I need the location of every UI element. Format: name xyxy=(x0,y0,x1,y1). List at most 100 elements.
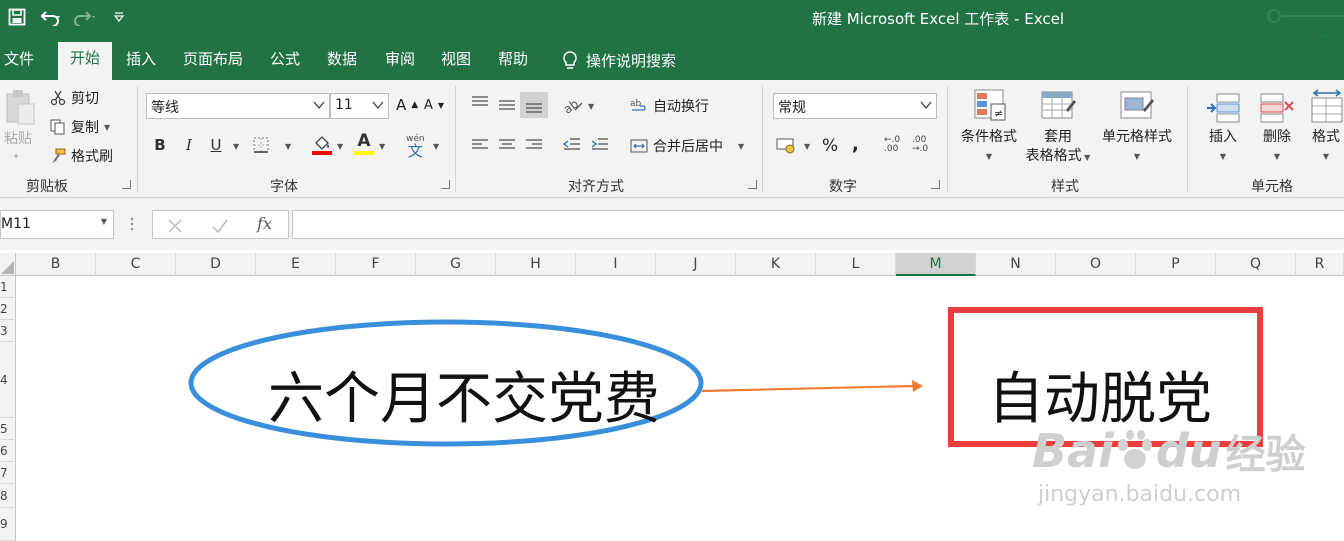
increase-decimal-button[interactable]: ←.0 .00 xyxy=(884,136,900,154)
save-icon[interactable] xyxy=(6,6,28,28)
conditional-formatting-button[interactable]: ≠ 条件格式 ▼ xyxy=(957,88,1021,166)
column-header-g[interactable]: G xyxy=(416,253,496,276)
formula-input[interactable] xyxy=(292,210,1344,239)
font-name-select[interactable]: 等线 xyxy=(146,93,330,119)
shrink-font-button[interactable]: A ▼ xyxy=(424,98,444,113)
fill-color-dropdown-icon[interactable]: ▼ xyxy=(337,142,343,151)
name-box-dropdown-icon[interactable]: ▼ xyxy=(101,217,107,226)
grow-font-button[interactable]: A ▲ xyxy=(396,96,418,114)
format-as-table-dropdown-icon[interactable]: ▼ xyxy=(1082,153,1090,162)
tab-insert[interactable]: 插入 xyxy=(126,44,156,80)
arrow-connector[interactable] xyxy=(701,384,915,393)
tell-me-search[interactable]: 操作说明搜索 xyxy=(562,50,676,71)
comma-button[interactable]: , xyxy=(852,134,859,155)
row-header-6[interactable]: 6 xyxy=(0,440,16,462)
select-all-corner[interactable] xyxy=(0,253,16,276)
name-box[interactable]: M11 ▼ xyxy=(0,210,114,239)
format-cells-button[interactable]: 格式 ▼ xyxy=(1306,88,1344,166)
delete-cells-dropdown-icon[interactable]: ▼ xyxy=(1255,147,1299,166)
sheet-area[interactable]: 六个月不交党费 自动脱党 Bai du 经验 jingyan.baidu.com xyxy=(16,276,1344,541)
phonetic-dropdown-icon[interactable]: ▼ xyxy=(433,142,439,151)
align-middle-icon[interactable] xyxy=(497,96,517,118)
column-header-i[interactable]: I xyxy=(576,253,656,276)
align-top-icon[interactable] xyxy=(470,94,490,116)
column-header-d[interactable]: D xyxy=(176,253,256,276)
decrease-indent-icon[interactable] xyxy=(562,136,582,158)
orientation-dropdown-icon[interactable]: ▼ xyxy=(588,102,594,111)
accounting-format-icon[interactable] xyxy=(776,136,798,158)
insert-cells-dropdown-icon[interactable]: ▼ xyxy=(1201,147,1245,166)
underline-button[interactable]: U xyxy=(207,136,225,156)
align-right-icon[interactable] xyxy=(524,136,544,158)
paste-button[interactable]: 粘贴 xyxy=(4,128,32,148)
align-center-icon[interactable] xyxy=(497,136,517,158)
bold-button[interactable]: B xyxy=(151,136,169,156)
insert-function-button[interactable]: fx xyxy=(257,214,272,233)
row-header-8[interactable]: 8 xyxy=(0,484,16,508)
insert-cells-button[interactable]: 插入 ▼ xyxy=(1201,88,1245,166)
cut-button[interactable]: 剪切 xyxy=(50,88,99,108)
row-header-2[interactable]: 2 xyxy=(0,298,16,320)
percent-button[interactable]: % xyxy=(822,136,838,156)
paste-dropdown-icon[interactable]: ▾ xyxy=(14,152,18,161)
increase-indent-icon[interactable] xyxy=(590,136,610,158)
number-format-select[interactable]: 常规 xyxy=(773,93,937,119)
borders-dropdown-icon[interactable]: ▼ xyxy=(285,142,291,151)
underline-dropdown-icon[interactable]: ▼ xyxy=(233,142,239,151)
font-launcher-icon[interactable] xyxy=(441,180,450,189)
font-size-select[interactable]: 11 xyxy=(330,93,389,119)
italic-button[interactable]: I xyxy=(180,136,198,156)
column-header-j[interactable]: J xyxy=(656,253,736,276)
accounting-dropdown-icon[interactable]: ▼ xyxy=(804,142,810,151)
tab-page-layout[interactable]: 页面布局 xyxy=(183,44,243,80)
column-header-h[interactable]: H xyxy=(496,253,576,276)
cancel-icon[interactable] xyxy=(167,218,183,234)
tab-review[interactable]: 审阅 xyxy=(385,44,415,80)
wrap-text-button[interactable]: ab 自动换行 xyxy=(630,96,709,116)
tab-home[interactable]: 开始 xyxy=(58,42,113,80)
row-header-4[interactable]: 4 xyxy=(0,342,16,418)
column-header-e[interactable]: E xyxy=(256,253,336,276)
font-color-dropdown-icon[interactable]: ▼ xyxy=(379,142,385,151)
format-as-table-button[interactable]: 套用 表格格式 ▼ xyxy=(1022,88,1094,167)
delete-cells-button[interactable]: 删除 ▼ xyxy=(1255,88,1299,166)
orientation-icon[interactable]: ab xyxy=(561,96,584,118)
decrease-decimal-button[interactable]: .00 →.0 xyxy=(912,136,928,154)
column-header-c[interactable]: C xyxy=(96,253,176,276)
copy-button[interactable]: 复制 ▼ xyxy=(50,117,110,137)
enter-check-icon[interactable] xyxy=(211,218,229,234)
font-color-icon[interactable]: A xyxy=(352,132,376,155)
paste-icon[interactable] xyxy=(4,88,38,128)
column-header-o[interactable]: O xyxy=(1056,253,1136,276)
row-header-1[interactable]: 1 xyxy=(0,276,16,298)
align-bottom-icon[interactable] xyxy=(520,92,548,118)
phonetic-guide-icon[interactable]: wén 文 xyxy=(406,134,425,159)
tab-formulas[interactable]: 公式 xyxy=(270,44,300,80)
tab-data[interactable]: 数据 xyxy=(327,44,357,80)
tab-view[interactable]: 视图 xyxy=(441,44,471,80)
alignment-launcher-icon[interactable] xyxy=(748,180,757,189)
merge-dropdown-icon[interactable]: ▼ xyxy=(738,142,744,151)
number-launcher-icon[interactable] xyxy=(931,180,940,189)
undo-icon[interactable] xyxy=(40,6,62,28)
format-painter-button[interactable]: 格式刷 xyxy=(50,146,113,166)
cell-styles-button[interactable]: 单元格样式 ▼ xyxy=(1098,88,1176,166)
tab-help[interactable]: 帮助 xyxy=(498,44,528,80)
column-header-b[interactable]: B xyxy=(16,253,96,276)
row-header-5[interactable]: 5 xyxy=(0,418,16,440)
column-header-r[interactable]: R xyxy=(1296,253,1344,276)
column-header-p[interactable]: P xyxy=(1136,253,1216,276)
row-header-7[interactable]: 7 xyxy=(0,462,16,484)
row-header-9[interactable]: 9 xyxy=(0,508,16,541)
conditional-formatting-dropdown-icon[interactable]: ▼ xyxy=(957,147,1021,166)
customize-icon[interactable] xyxy=(108,6,130,28)
column-header-k[interactable]: K xyxy=(736,253,816,276)
redo-icon[interactable] xyxy=(74,6,96,28)
row-header-3[interactable]: 3 xyxy=(0,320,16,342)
column-header-l[interactable]: L xyxy=(816,253,896,276)
clipboard-launcher-icon[interactable] xyxy=(122,180,131,189)
format-cells-dropdown-icon[interactable]: ▼ xyxy=(1306,147,1344,166)
cell-styles-dropdown-icon[interactable]: ▼ xyxy=(1098,147,1176,166)
merge-center-button[interactable]: 合并后居中 ▼ xyxy=(630,136,744,156)
borders-icon[interactable] xyxy=(252,136,270,158)
